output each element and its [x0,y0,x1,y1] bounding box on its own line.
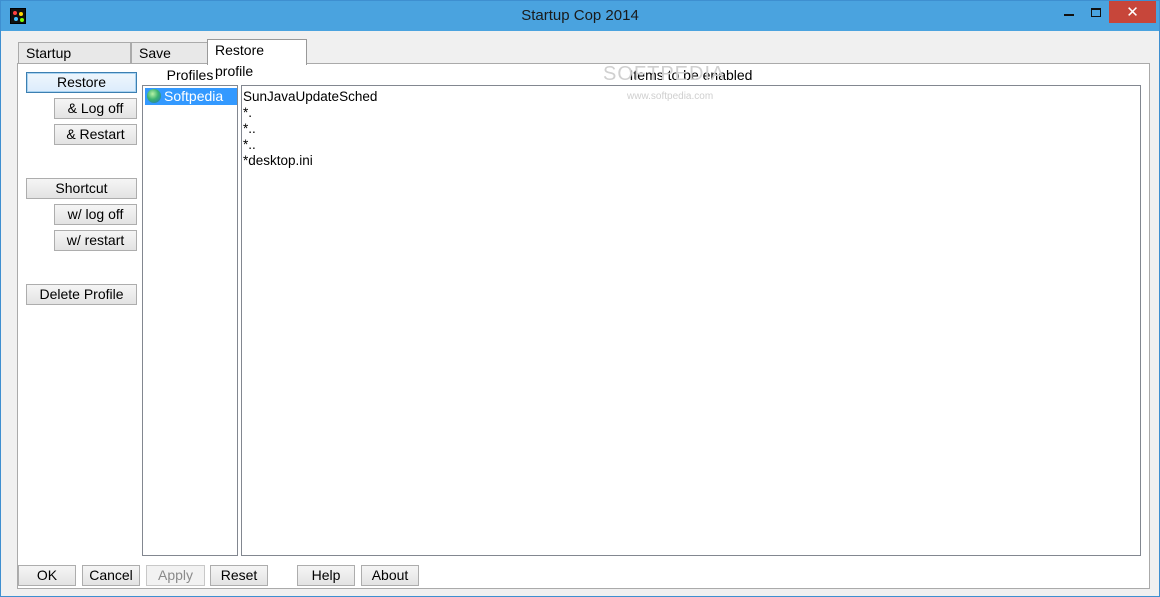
minimize-icon [1064,14,1074,16]
window-title: Startup Cop 2014 [521,7,639,24]
list-item[interactable]: *. [243,105,252,121]
list-item[interactable]: *.. [243,121,256,137]
close-button[interactable]: ✕ [1109,1,1156,23]
apply-button[interactable]: Apply [146,565,205,586]
restore-log-off-button[interactable]: & Log off [54,98,137,119]
app-window: Startup Cop 2014 ✕ Startup programs Save… [0,0,1160,597]
ok-button[interactable]: OK [18,565,76,586]
profile-name: Softpedia [164,88,224,104]
items-list[interactable]: SunJavaUpdateSched *. *.. *.. *desktop.i… [241,85,1141,556]
client-area: Startup programs Save profile Restore pr… [9,31,1151,592]
list-item[interactable]: *.. [243,137,256,153]
close-icon: ✕ [1126,4,1139,21]
shortcut-log-off-button[interactable]: w/ log off [54,204,137,225]
restore-restart-button[interactable]: & Restart [54,124,137,145]
tab-restore-profile[interactable]: Restore profile [207,39,307,79]
cancel-button[interactable]: Cancel [82,565,140,586]
maximize-button[interactable] [1083,1,1109,23]
tab-save-profile[interactable]: Save profile [131,42,208,82]
about-button[interactable]: About [361,565,419,586]
delete-profile-button[interactable]: Delete Profile [26,284,137,305]
shortcut-button[interactable]: Shortcut [26,178,137,199]
restore-profile-panel: Restore & Log off & Restart Shortcut w/ … [17,63,1150,589]
globe-icon [147,89,161,103]
watermark-logo: SOFTPEDIA [603,63,726,85]
list-item[interactable]: *desktop.ini [243,153,313,169]
maximize-icon [1091,7,1101,17]
title-bar[interactable]: Startup Cop 2014 ✕ [1,1,1159,31]
list-item[interactable]: Softpedia [145,88,237,105]
shortcut-restart-button[interactable]: w/ restart [54,230,137,251]
minimize-button[interactable] [1056,1,1082,23]
help-button[interactable]: Help [297,565,355,586]
profiles-list[interactable]: Softpedia [142,85,238,556]
tab-startup-programs[interactable]: Startup programs [18,42,131,82]
list-item[interactable]: SunJavaUpdateSched [243,89,377,105]
reset-button[interactable]: Reset [210,565,268,586]
watermark-url: www.softpedia.com [627,91,714,102]
restore-button[interactable]: Restore [26,72,137,93]
